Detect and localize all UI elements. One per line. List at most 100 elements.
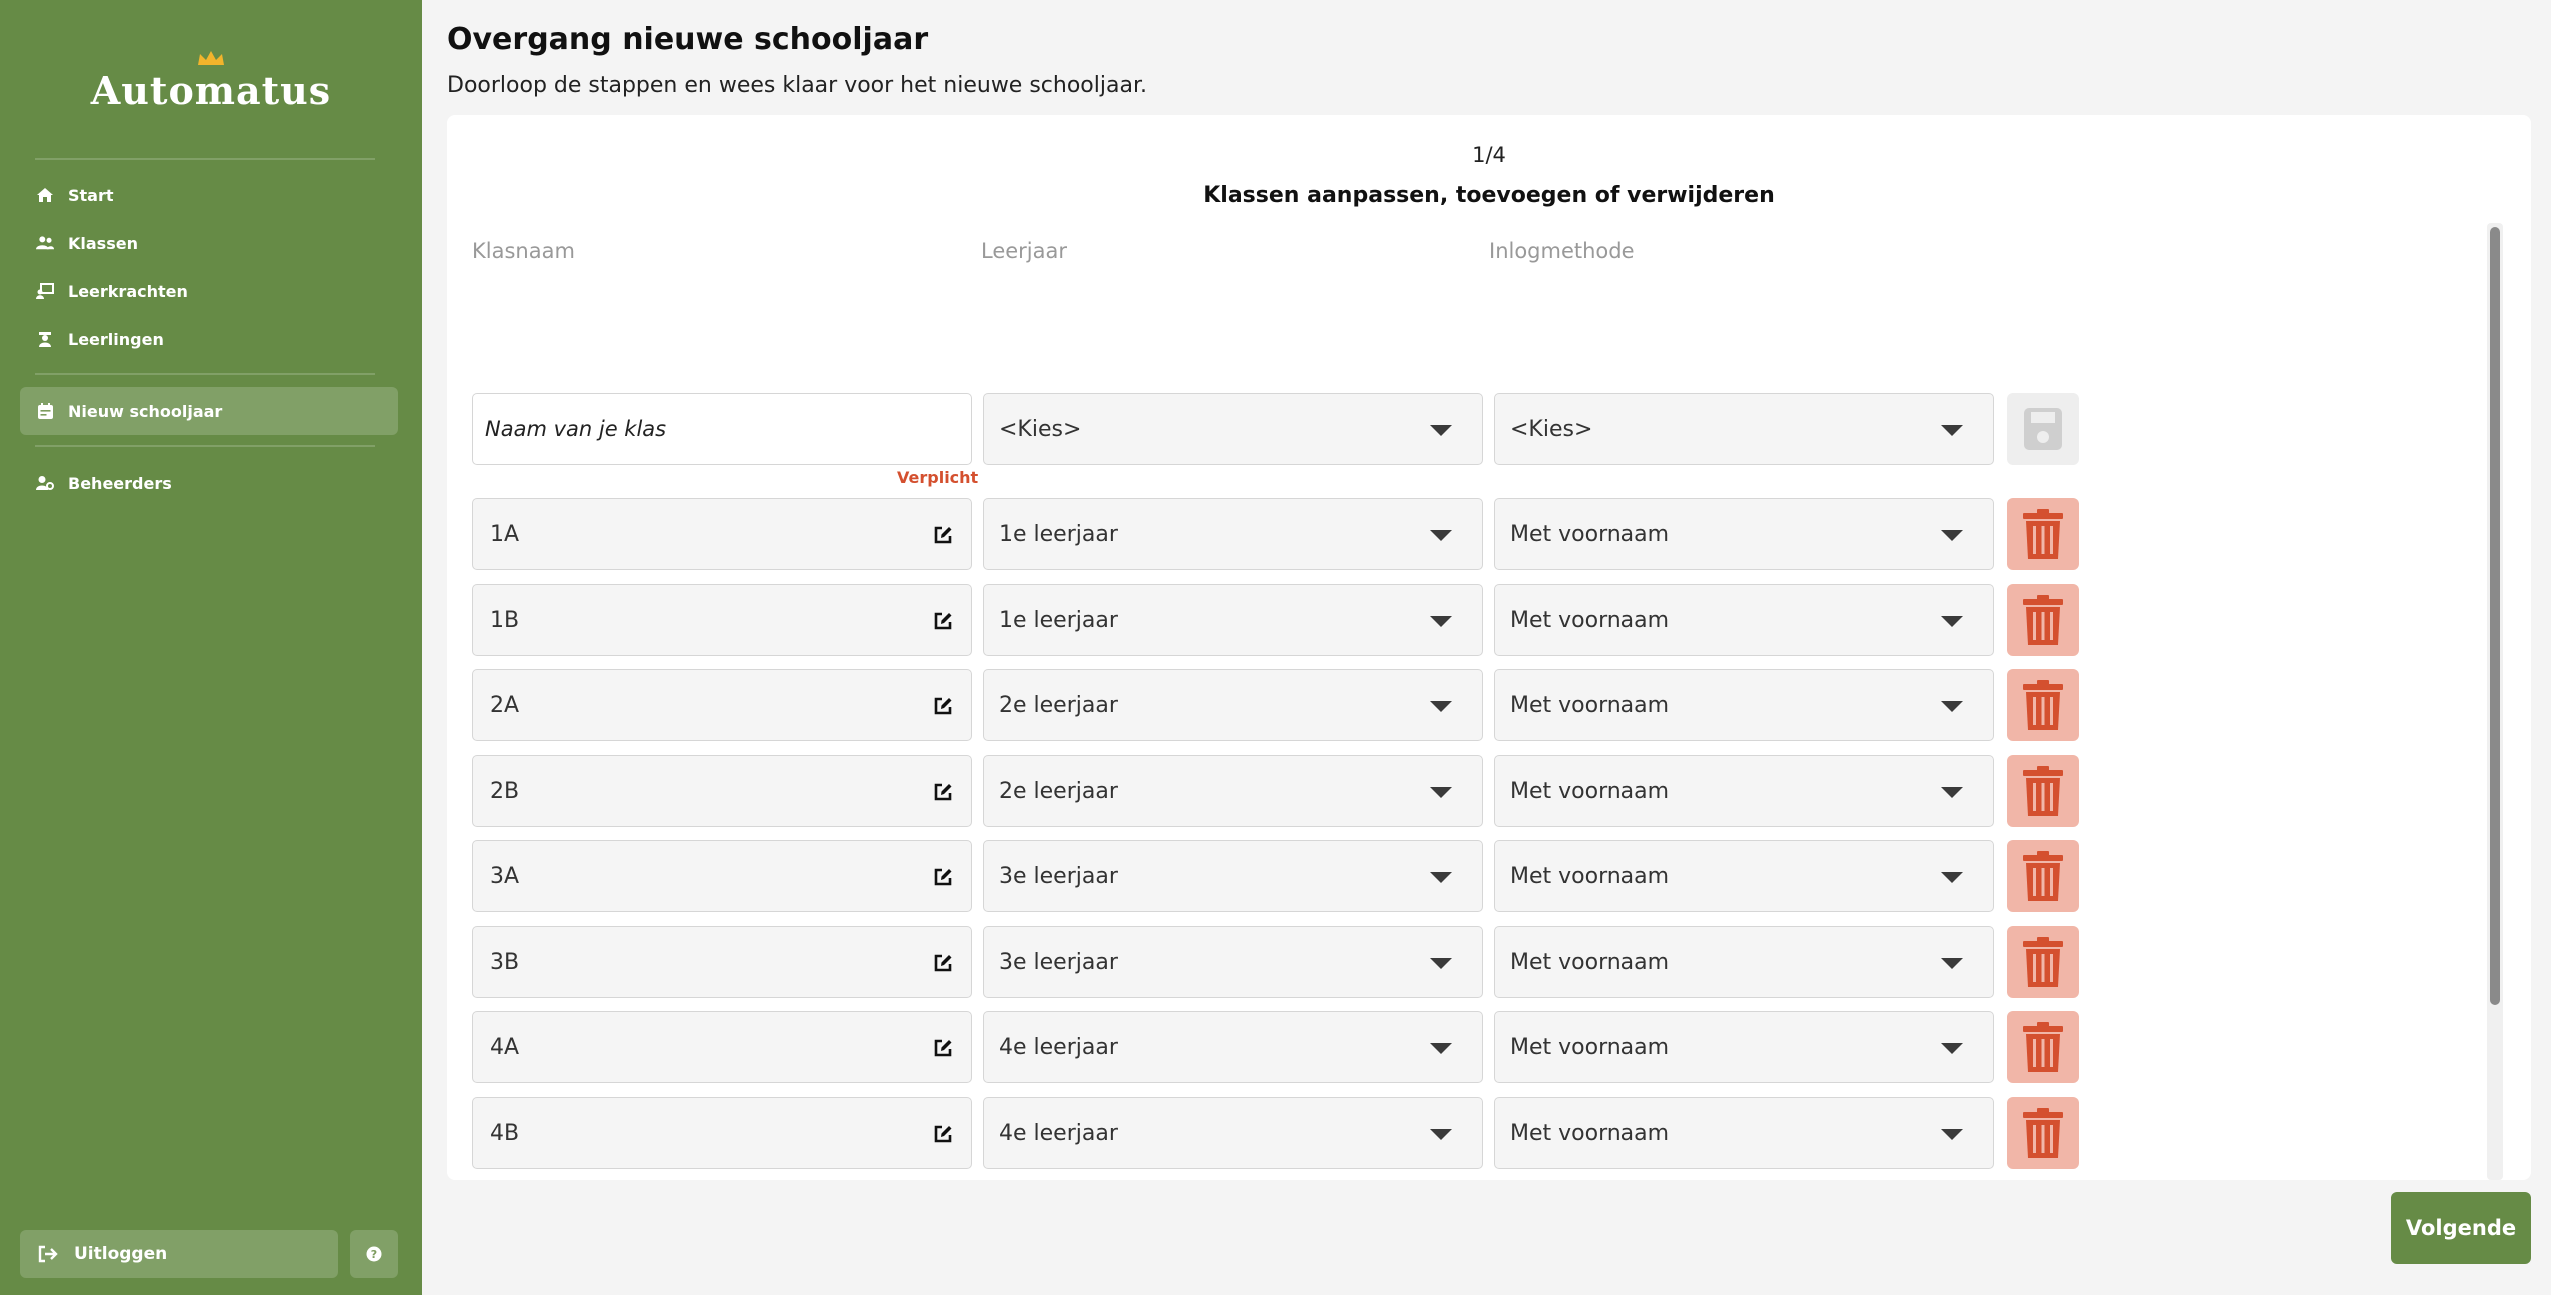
logo: Automatus: [0, 50, 422, 113]
delete-class-button[interactable]: [2007, 755, 2079, 827]
trash-icon: [2023, 509, 2063, 559]
edit-icon[interactable]: [933, 782, 953, 802]
logo-text: Automatus: [90, 68, 332, 113]
chevron-down-icon: [1941, 425, 1963, 436]
edit-icon[interactable]: [933, 953, 953, 973]
chevron-down-icon: [1941, 530, 1963, 541]
column-header-name: Klasnaam: [472, 239, 575, 263]
sidebar-divider: [35, 445, 375, 447]
delete-class-button[interactable]: [2007, 669, 2079, 741]
trash-icon: [2023, 851, 2063, 901]
delete-class-button[interactable]: [2007, 840, 2079, 912]
class-year-select[interactable]: 2e leerjaar: [983, 755, 1483, 827]
class-login-select[interactable]: Met voornaam: [1494, 584, 1994, 656]
class-name-field[interactable]: 1B: [472, 584, 972, 656]
class-name-field[interactable]: 1A: [472, 498, 972, 570]
chevron-down-icon: [1430, 530, 1452, 541]
chevron-down-icon: [1430, 1129, 1452, 1140]
class-year-select[interactable]: 4e leerjaar: [983, 1011, 1483, 1083]
class-name-field[interactable]: 3A: [472, 840, 972, 912]
class-year-value: 4e leerjaar: [999, 1034, 1118, 1060]
class-year-select[interactable]: 1e leerjaar: [983, 584, 1483, 656]
calendar-icon: [36, 402, 54, 420]
sidebar-item-klassen[interactable]: Klassen: [20, 219, 398, 267]
logout-label: Uitloggen: [74, 1244, 168, 1264]
trash-icon: [2023, 680, 2063, 730]
sidebar-item-start[interactable]: Start: [20, 171, 398, 219]
chevron-down-icon: [1941, 787, 1963, 798]
class-login-select[interactable]: Met voornaam: [1494, 926, 1994, 998]
class-login-select[interactable]: Met voornaam: [1494, 1011, 1994, 1083]
class-name-value: 3A: [490, 863, 520, 889]
delete-class-button[interactable]: [2007, 498, 2079, 570]
step-indicator: 1/4: [1472, 143, 1506, 167]
edit-icon[interactable]: [933, 696, 953, 716]
edit-icon[interactable]: [933, 611, 953, 631]
sidebar-item-beheerders[interactable]: Beheerders: [20, 459, 398, 507]
sidebar-item-label: Klassen: [68, 233, 138, 253]
sidebar-item-leerlingen[interactable]: Leerlingen: [20, 315, 398, 363]
new-class-login-select[interactable]: <Kies>: [1494, 393, 1994, 465]
step-title: Klassen aanpassen, toevoegen of verwijde…: [1203, 183, 1775, 208]
sidebar-item-label: Leerkrachten: [68, 281, 188, 301]
column-header-year: Leerjaar: [981, 239, 1068, 263]
save-icon: [2024, 408, 2062, 450]
edit-icon[interactable]: [933, 1124, 953, 1144]
class-login-select[interactable]: Met voornaam: [1494, 498, 1994, 570]
sidebar-item-leerkrachten[interactable]: Leerkrachten: [20, 267, 398, 315]
class-year-select[interactable]: 4e leerjaar: [983, 1097, 1483, 1169]
next-button[interactable]: Volgende: [2391, 1192, 2531, 1264]
class-name-value: 2B: [490, 778, 520, 804]
class-year-select[interactable]: 3e leerjaar: [983, 840, 1483, 912]
logout-icon: [38, 1245, 58, 1263]
sidebar-item-label: Nieuw schooljaar: [68, 401, 223, 421]
class-login-value: Met voornaam: [1510, 607, 1670, 633]
class-name-value: 3B: [490, 949, 520, 975]
class-year-value: 2e leerjaar: [999, 692, 1118, 718]
delete-class-button[interactable]: [2007, 1011, 2079, 1083]
edit-icon[interactable]: [933, 867, 953, 887]
class-name-field[interactable]: 2A: [472, 669, 972, 741]
new-class-name-placeholder: Naam van je klas: [485, 417, 667, 441]
delete-class-button[interactable]: [2007, 926, 2079, 998]
sidebar-item-nieuw-schooljaar[interactable]: Nieuw schooljaar: [20, 387, 398, 435]
class-year-select[interactable]: 2e leerjaar: [983, 669, 1483, 741]
question-icon: ?: [366, 1246, 382, 1262]
new-class-year-select[interactable]: <Kies>: [983, 393, 1483, 465]
page-subtitle: Doorloop de stappen en wees klaar voor h…: [447, 73, 1147, 98]
class-login-select[interactable]: Met voornaam: [1494, 669, 1994, 741]
new-class-year-value: <Kies>: [999, 416, 1082, 442]
chevron-down-icon: [1430, 425, 1452, 436]
class-login-value: Met voornaam: [1510, 521, 1670, 547]
class-login-select[interactable]: Met voornaam: [1494, 1097, 1994, 1169]
delete-class-button[interactable]: [2007, 584, 2079, 656]
trash-icon: [2023, 1108, 2063, 1158]
class-list[interactable]: Naam van je klas Verplicht <Kies> <Kies>…: [447, 275, 2531, 1180]
chevron-down-icon: [1941, 1043, 1963, 1054]
edit-icon[interactable]: [933, 525, 953, 545]
class-login-value: Met voornaam: [1510, 1120, 1670, 1146]
delete-class-button[interactable]: [2007, 1097, 2079, 1169]
class-year-select[interactable]: 1e leerjaar: [983, 498, 1483, 570]
edit-icon[interactable]: [933, 1038, 953, 1058]
svg-text:?: ?: [371, 1248, 377, 1261]
page-title: Overgang nieuwe schooljaar: [447, 22, 929, 57]
sidebar: Automatus Start Klassen Leerkrachten Lee…: [0, 0, 422, 1295]
users-icon: [36, 234, 54, 252]
class-year-select[interactable]: 3e leerjaar: [983, 926, 1483, 998]
scrollbar-thumb[interactable]: [2490, 227, 2500, 1005]
class-login-value: Met voornaam: [1510, 778, 1670, 804]
logout-button[interactable]: Uitloggen: [20, 1230, 338, 1278]
class-name-field[interactable]: 2B: [472, 755, 972, 827]
sidebar-divider: [35, 373, 375, 375]
class-login-select[interactable]: Met voornaam: [1494, 840, 1994, 912]
class-year-value: 3e leerjaar: [999, 863, 1118, 889]
class-name-field[interactable]: 4B: [472, 1097, 972, 1169]
scrollbar[interactable]: [2487, 223, 2503, 1180]
class-name-field[interactable]: 4A: [472, 1011, 972, 1083]
new-class-name-input[interactable]: Naam van je klas: [472, 393, 972, 465]
class-login-select[interactable]: Met voornaam: [1494, 755, 1994, 827]
save-class-button[interactable]: [2007, 393, 2079, 465]
class-name-field[interactable]: 3B: [472, 926, 972, 998]
help-button[interactable]: ?: [350, 1230, 398, 1278]
